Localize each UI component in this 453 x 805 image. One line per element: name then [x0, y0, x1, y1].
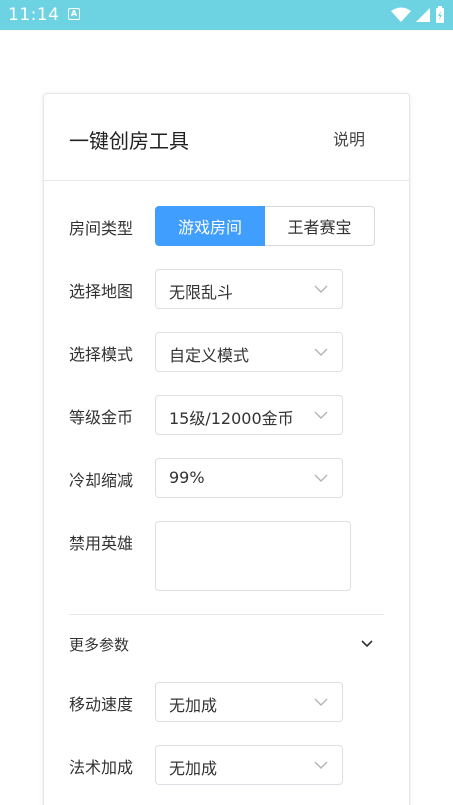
- magic-bonus-label: 法术加成: [69, 758, 134, 777]
- room-type-label: 房间类型: [69, 219, 134, 238]
- more-params-toggle[interactable]: 更多参数: [69, 629, 374, 659]
- chevron-down-icon: [314, 474, 328, 482]
- card-header: 一键创房工具 说明: [44, 94, 409, 181]
- chevron-down-icon: [314, 411, 328, 419]
- banned-heroes-input[interactable]: [155, 521, 351, 591]
- move-speed-label: 移动速度: [69, 695, 134, 714]
- cooldown-select-value: 99%: [169, 468, 205, 487]
- move-speed-select[interactable]: 无加成: [155, 682, 343, 722]
- cooldown-select[interactable]: 99%: [155, 458, 343, 498]
- chevron-down-icon: [314, 348, 328, 356]
- map-label: 选择地图: [69, 282, 134, 301]
- banned-heroes-label: 禁用英雄: [69, 534, 134, 553]
- status-bar: 11:14 A: [0, 0, 453, 30]
- chevron-down-icon: [361, 640, 373, 648]
- room-type-toggle: 游戏房间 王者赛宝: [155, 206, 375, 246]
- level-gold-select-value: 15级/12000金币: [169, 409, 294, 428]
- move-speed-select-value: 无加成: [169, 696, 218, 715]
- create-room-card: 一键创房工具 说明 房间类型 游戏房间 王者赛宝 选择地图 无限乱斗 选择模式 …: [43, 93, 410, 805]
- mode-label: 选择模式: [69, 345, 134, 364]
- chevron-down-icon: [314, 285, 328, 293]
- page-title: 一键创房工具: [69, 129, 189, 153]
- wifi-icon: [391, 7, 411, 22]
- mode-select[interactable]: 自定义模式: [155, 332, 343, 372]
- chevron-down-icon: [314, 698, 328, 706]
- divider: [69, 614, 384, 615]
- status-icons: [391, 6, 445, 24]
- chevron-down-icon: [314, 761, 328, 769]
- cooldown-label: 冷却缩减: [69, 471, 134, 490]
- map-select[interactable]: 无限乱斗: [155, 269, 343, 309]
- level-gold-label: 等级金币: [69, 408, 134, 427]
- magic-bonus-select[interactable]: 无加成: [155, 745, 343, 785]
- more-params-label: 更多参数: [69, 636, 130, 654]
- level-gold-select[interactable]: 15级/12000金币: [155, 395, 343, 435]
- battery-icon: [436, 6, 444, 23]
- map-select-value: 无限乱斗: [169, 283, 234, 302]
- room-type-kings-match-button[interactable]: 王者赛宝: [265, 206, 375, 246]
- signal-icon: [416, 8, 430, 22]
- app-notification-icon: A: [68, 8, 80, 20]
- mode-select-value: 自定义模式: [169, 346, 250, 365]
- status-time: 11:14: [8, 5, 60, 25]
- magic-bonus-select-value: 无加成: [169, 759, 218, 778]
- help-link[interactable]: 说明: [333, 126, 365, 150]
- room-type-game-room-button[interactable]: 游戏房间: [155, 206, 265, 246]
